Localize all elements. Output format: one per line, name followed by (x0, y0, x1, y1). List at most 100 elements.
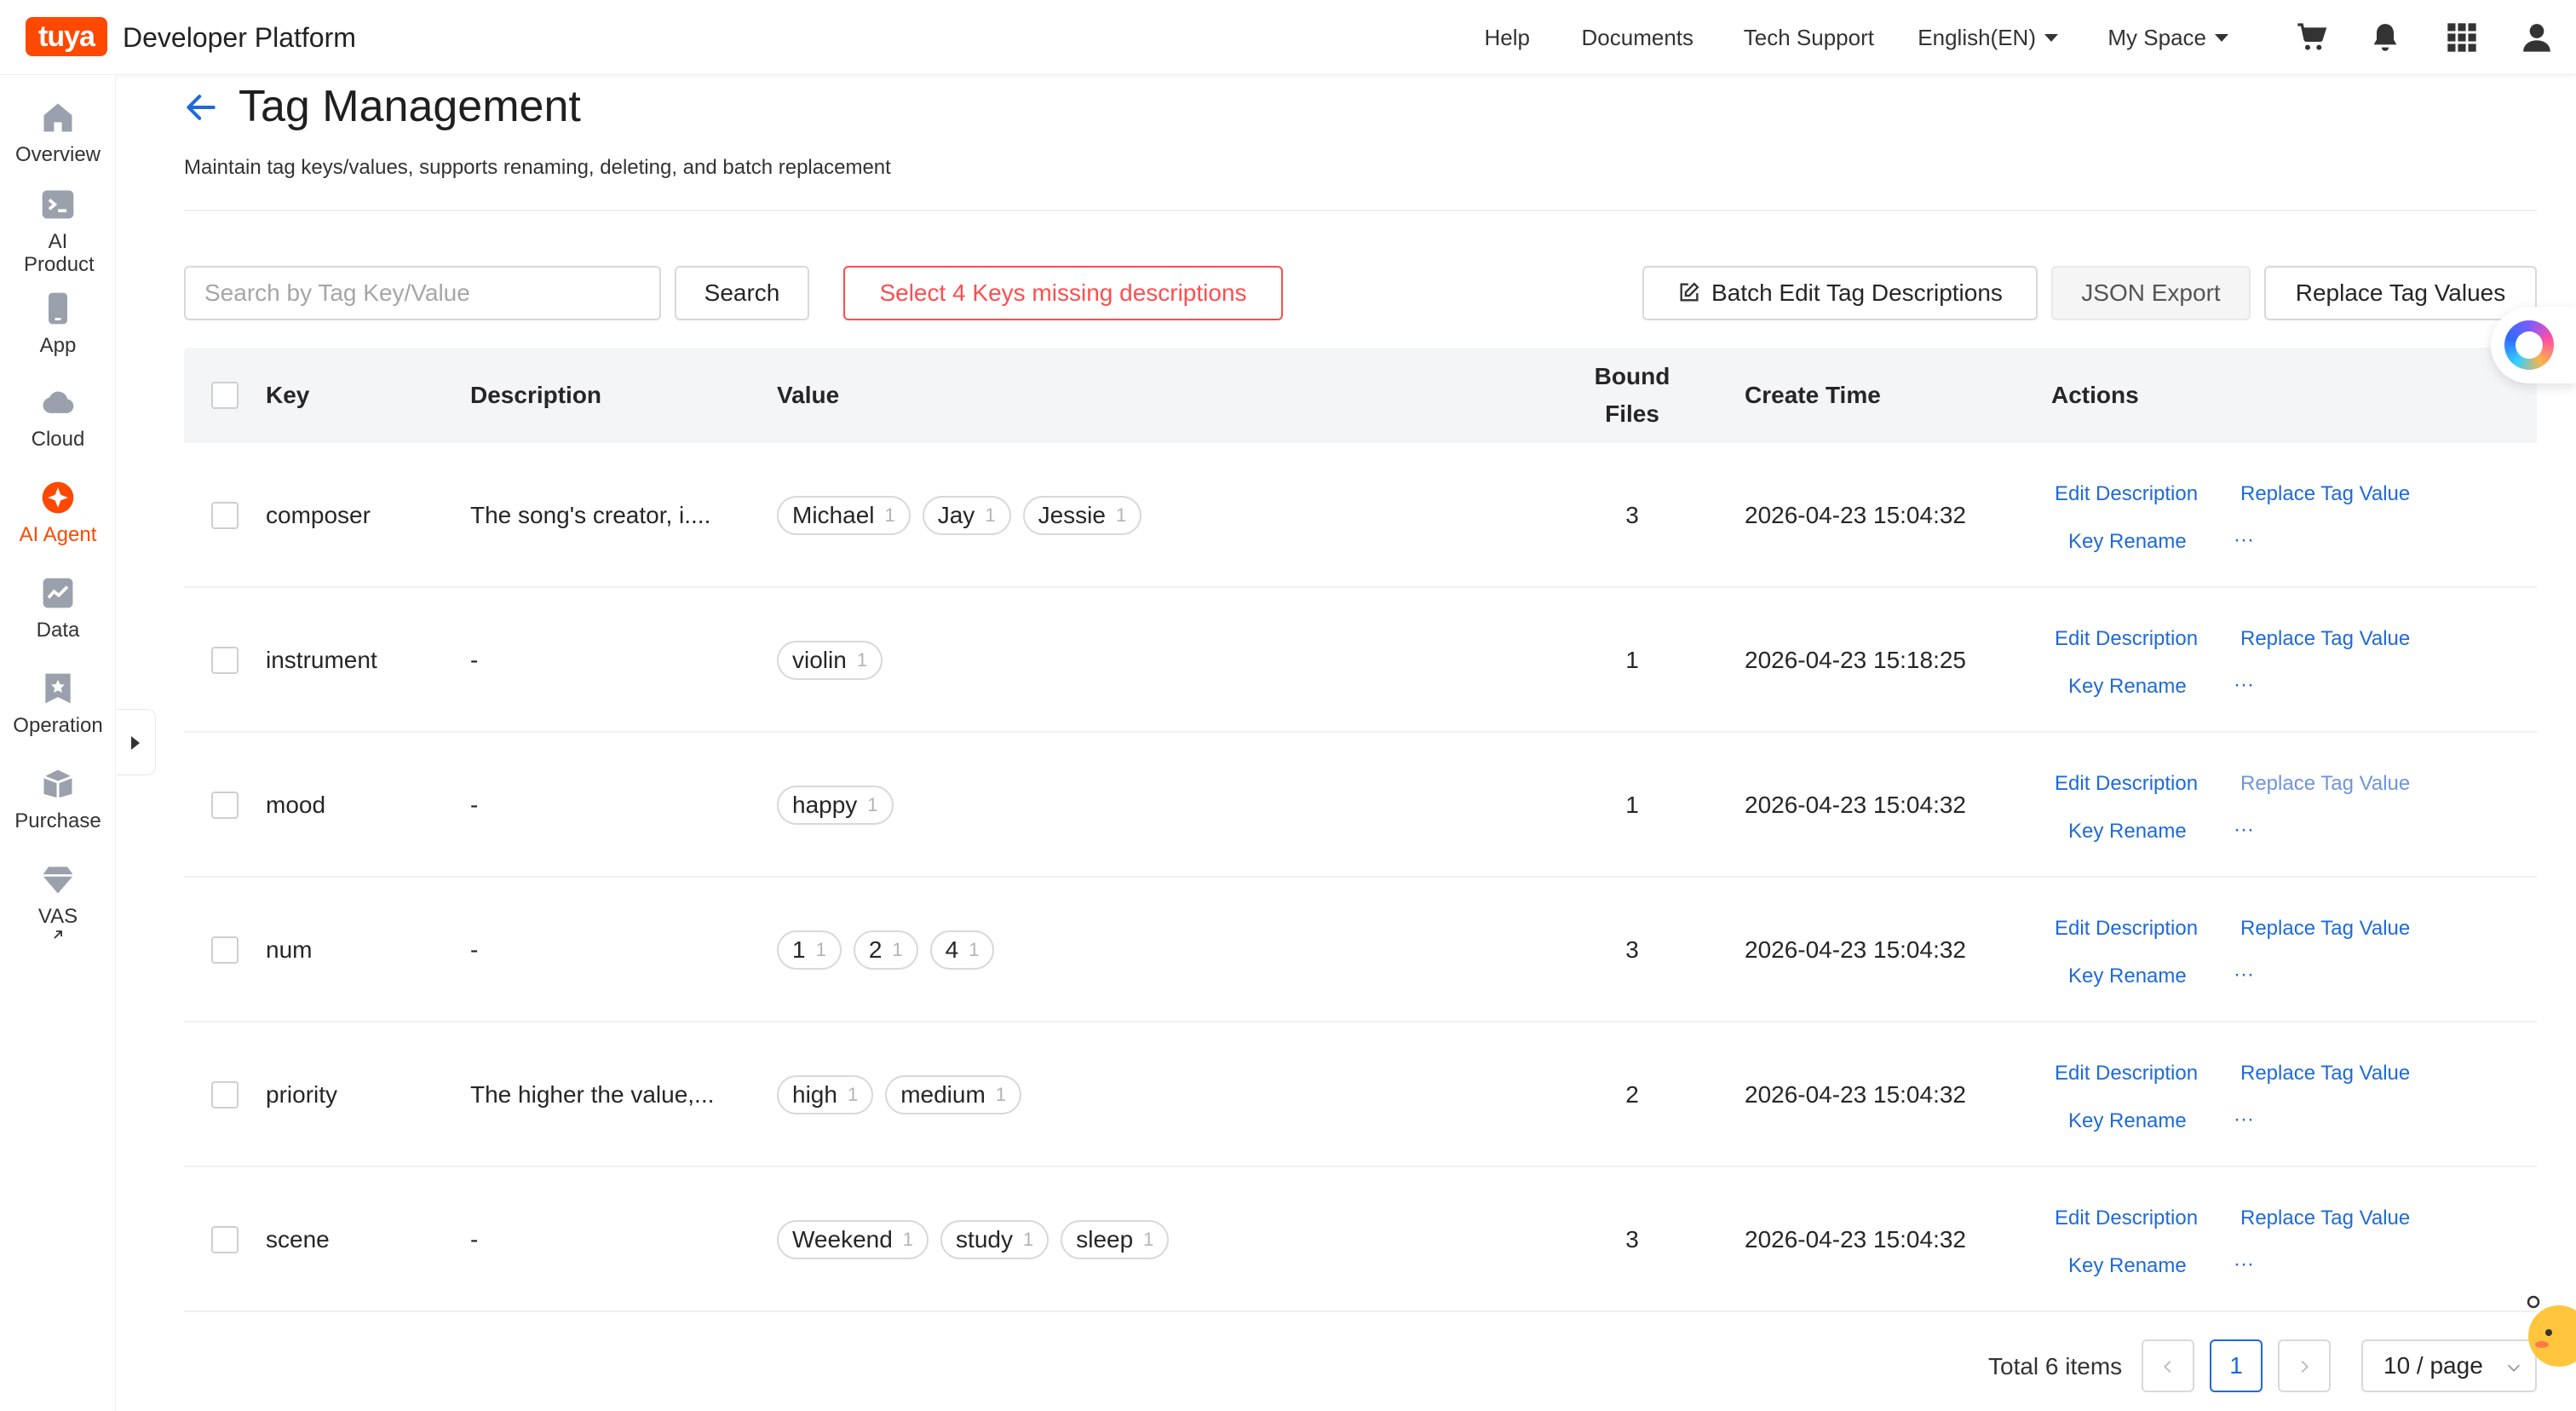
tuya-logo[interactable]: tuya (26, 17, 107, 56)
star-badge-icon (45, 673, 71, 704)
batch-edit-descriptions-button[interactable]: Batch Edit Tag Descriptions (1642, 266, 2038, 320)
row-checkbox[interactable] (211, 792, 239, 819)
missing-descriptions-button[interactable]: Select 4 Keys missing descriptions (843, 266, 1283, 320)
edit-description-link[interactable]: Edit Description (2055, 625, 2198, 653)
page-number-button[interactable]: 1 (2210, 1339, 2263, 1392)
row-checkbox[interactable] (211, 502, 239, 529)
json-export-button[interactable]: JSON Export (2051, 266, 2251, 320)
replace-tag-value-link[interactable]: Replace Tag Value (2240, 1060, 2410, 1087)
replace-tag-value-link[interactable]: Replace Tag Value (2240, 770, 2410, 798)
sidebar-item-cloud[interactable]: Cloud (0, 383, 116, 451)
row-checkbox[interactable] (211, 1226, 239, 1253)
replace-tag-values-button[interactable]: Replace Tag Values (2264, 266, 2537, 320)
create-time: 2026-04-23 15:04:32 (1745, 502, 1966, 528)
tag-value-count: 1 (995, 1084, 1007, 1105)
key-rename-link[interactable]: Key Rename (2068, 1253, 2187, 1280)
user-avatar-icon[interactable] (2520, 20, 2554, 55)
search-input[interactable] (184, 266, 661, 320)
tag-value-label: 1 (792, 936, 806, 963)
tag-value-chip: 41 (929, 930, 995, 970)
edit-description-link[interactable]: Edit Description (2055, 1205, 2198, 1232)
tag-value-count: 1 (847, 1084, 859, 1105)
sidebar-item-ai-agent[interactable]: AI Agent (0, 479, 116, 546)
tag-description: - (470, 792, 479, 818)
sidebar-item-vas[interactable]: VAS (0, 861, 116, 942)
edit-description-link[interactable]: Edit Description (2055, 770, 2198, 798)
tag-value-count: 1 (1143, 1229, 1154, 1250)
back-arrow-icon[interactable] (182, 89, 220, 126)
tag-key: scene (266, 1226, 330, 1253)
sidebar-item-label: AI Product (24, 230, 95, 276)
table-row: instrument - violin 1 1 2026-04-23 15:18:25 Ed… (184, 588, 2537, 733)
key-rename-link[interactable]: Key Rename (2068, 963, 2187, 990)
replace-tag-value-link[interactable]: Replace Tag Value (2240, 625, 2410, 653)
tag-description: The higher the value,... (470, 1081, 715, 1108)
tag-key: priority (266, 1081, 338, 1108)
vas-label: VAS (37, 905, 78, 928)
nav-help[interactable]: Help (1485, 22, 1530, 53)
ai-assistant-button[interactable] (2491, 307, 2576, 383)
more-actions-icon[interactable]: ··· (2234, 528, 2254, 552)
tag-value-chip: study 1 (940, 1220, 1049, 1259)
tag-description: - (470, 647, 479, 673)
row-checkbox[interactable] (211, 647, 239, 674)
edit-description-link[interactable]: Edit Description (2055, 915, 2198, 942)
tag-description: - (470, 1226, 479, 1253)
key-rename-link[interactable]: Key Rename (2068, 818, 2187, 845)
replace-tag-value-link[interactable]: Replace Tag Value (2240, 915, 2410, 942)
edit-description-link[interactable]: Edit Description (2055, 481, 2198, 508)
more-actions-icon[interactable]: ··· (2234, 963, 2254, 987)
row-checkbox[interactable] (211, 1081, 239, 1109)
sidebar-item-purchase[interactable]: Purchase (0, 765, 116, 832)
tag-key: num (266, 936, 313, 963)
page-size-select[interactable]: 10 / page (2361, 1339, 2537, 1392)
more-actions-icon[interactable]: ··· (2234, 1108, 2254, 1132)
next-page-button[interactable] (2278, 1339, 2331, 1392)
tag-value-count: 1 (1115, 504, 1127, 526)
key-rename-link[interactable]: Key Rename (2068, 673, 2187, 700)
sidebar-item-data[interactable]: Data (0, 574, 116, 642)
chart-icon (43, 578, 73, 608)
phone-icon (49, 292, 67, 325)
table-row: mood - happy 1 1 2026-04-23 15:04:32 Edit Desc… (184, 733, 2537, 878)
key-rename-link[interactable]: Key Rename (2068, 528, 2187, 556)
sidebar-item-overview[interactable]: Overview (0, 99, 116, 166)
header-divider (184, 210, 2537, 211)
row-checkbox[interactable] (211, 936, 239, 964)
sidebar-item-ai-product[interactable]: AI Product (0, 186, 116, 276)
key-rename-link[interactable]: Key Rename (2068, 1108, 2187, 1135)
tag-value-label: study (956, 1226, 1013, 1253)
prev-page-button[interactable] (2142, 1339, 2194, 1392)
more-actions-icon[interactable]: ··· (2234, 673, 2254, 697)
create-time: 2026-04-23 15:04:32 (1745, 1081, 1966, 1108)
header-bound-line1: Bound (1594, 363, 1670, 389)
sidebar-item-label: VAS (0, 905, 116, 942)
tag-value-label: violin (792, 647, 847, 673)
more-actions-icon[interactable]: ··· (2234, 818, 2254, 842)
bell-icon[interactable] (2368, 20, 2402, 55)
page-size-label: 10 / page (2383, 1352, 2483, 1379)
apps-grid-icon[interactable] (2445, 20, 2479, 55)
search-button[interactable]: Search (675, 266, 809, 320)
edit-description-link[interactable]: Edit Description (2055, 1060, 2198, 1087)
batch-edit-label: Batch Edit Tag Descriptions (1711, 279, 2003, 306)
tag-value-chip: happy 1 (777, 786, 894, 825)
replace-tag-value-link[interactable]: Replace Tag Value (2240, 481, 2410, 508)
nav-documents[interactable]: Documents (1582, 22, 1694, 53)
language-dropdown[interactable]: English(EN) (1918, 22, 2058, 53)
mascot-icon[interactable] (2516, 1292, 2576, 1377)
sidebar-item-operation[interactable]: Operation (0, 670, 116, 737)
chevron-right-icon (2301, 1360, 2309, 1374)
create-time: 2026-04-23 15:18:25 (1745, 647, 1966, 673)
tag-value-count: 1 (985, 504, 996, 526)
replace-tag-value-link[interactable]: Replace Tag Value (2240, 1205, 2410, 1232)
sidebar-expand-toggle[interactable] (117, 709, 156, 775)
nav-tech-support[interactable]: Tech Support (1744, 22, 1874, 53)
more-actions-icon[interactable]: ··· (2234, 1253, 2254, 1276)
sidebar-item-label: Operation (13, 714, 103, 737)
sidebar-item-app[interactable]: App (0, 290, 116, 357)
cart-icon[interactable] (2295, 20, 2329, 55)
assistant-logo-icon (2504, 320, 2554, 370)
my-space-dropdown[interactable]: My Space (2107, 22, 2228, 53)
select-all-checkbox[interactable] (211, 382, 239, 409)
